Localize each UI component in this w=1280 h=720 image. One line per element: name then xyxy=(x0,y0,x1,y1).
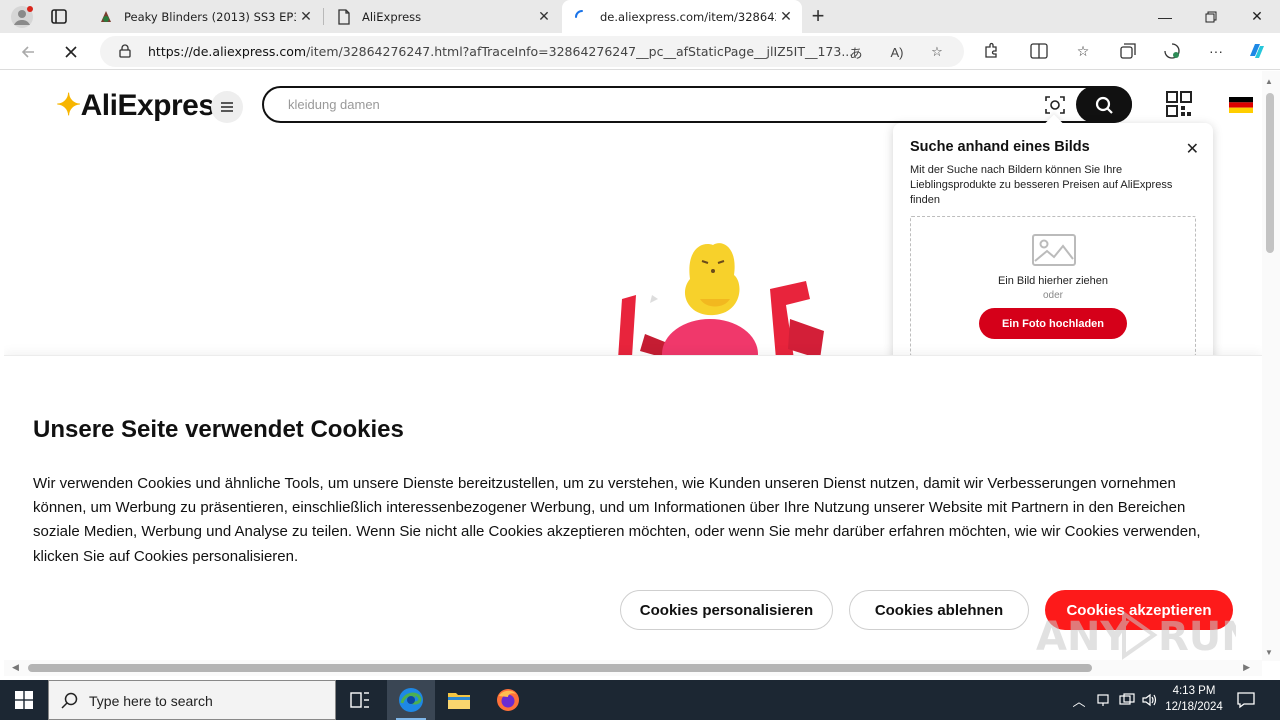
aliexpress-logo[interactable]: ✦AliExpress xyxy=(56,88,231,123)
more-icon[interactable]: ··· xyxy=(1205,40,1227,62)
popover-title: Suche anhand eines Bilds xyxy=(910,139,1090,155)
svg-text:ANY: ANY xyxy=(1036,614,1130,660)
close-icon[interactable]: ✕ xyxy=(296,7,316,27)
drag-text: Ein Bild hierher ziehen xyxy=(997,275,1109,287)
cookies-reject-button[interactable]: Cookies ablehnen xyxy=(849,590,1029,630)
germany-flag-icon[interactable] xyxy=(1229,97,1253,113)
anyrun-watermark: ANY RUN xyxy=(1036,604,1255,664)
minimize-button[interactable]: — xyxy=(1142,0,1188,33)
tab-title: AliExpress xyxy=(362,9,422,24)
close-icon[interactable]: ✕ xyxy=(1186,139,1199,159)
browser-essentials-icon[interactable] xyxy=(1161,40,1183,62)
split-screen-icon[interactable] xyxy=(1028,40,1050,62)
network-device-icon[interactable] xyxy=(1094,680,1112,720)
search-icon xyxy=(61,692,79,710)
vertical-scroll-thumb[interactable] xyxy=(1266,93,1274,253)
tab-aliexpress[interactable]: AliExpress ✕ xyxy=(324,0,560,33)
svg-text:RUN: RUN xyxy=(1158,614,1236,660)
network-icon[interactable] xyxy=(1118,680,1136,720)
error-404-illustration xyxy=(610,239,830,389)
search-input[interactable]: kleidung damen xyxy=(288,97,380,112)
vertical-scrollbar[interactable]: ▲ ▼ xyxy=(1262,71,1280,661)
scroll-up-arrow[interactable]: ▲ xyxy=(1265,77,1273,86)
scroll-left-arrow[interactable]: ◀ xyxy=(12,662,19,673)
close-icon[interactable]: ✕ xyxy=(776,7,796,27)
tab-title: Peaky Blinders (2013) SS3 EP3 xyxy=(124,9,296,24)
windows-start-icon[interactable] xyxy=(0,680,48,720)
address-bar[interactable]: https://de.aliexpress.com/item/328642762… xyxy=(100,36,964,67)
taskbar-search[interactable]: Type here to search xyxy=(48,680,336,720)
peaky-favicon xyxy=(98,9,114,25)
task-view-icon[interactable] xyxy=(336,680,384,720)
reload-stop-icon[interactable] xyxy=(57,38,85,66)
url-text: https://de.aliexpress.com/item/328642762… xyxy=(148,44,853,59)
clock-time: 4:13 PM xyxy=(1172,685,1216,697)
scroll-right-arrow[interactable]: ▶ xyxy=(1243,662,1250,673)
cookie-text: Wir verwenden Cookies und ähnliche Tools… xyxy=(33,475,1201,565)
translate-icon[interactable]: あ xyxy=(846,42,866,62)
restore-button[interactable] xyxy=(1188,0,1234,33)
favorites-icon[interactable]: ☆ xyxy=(1072,40,1094,62)
tab-active-item[interactable]: de.aliexpress.com/item/3286427 ✕ xyxy=(562,0,802,33)
extensions-icon[interactable] xyxy=(980,40,1002,62)
popover-description: Mit der Suche nach Bildern können Sie Ih… xyxy=(910,164,1173,206)
page-content: ✦AliExpress kleidung damen Suche anhand … xyxy=(4,71,1262,661)
back-icon[interactable] xyxy=(14,38,42,66)
browser-tab-bar: Peaky Blinders (2013) SS3 EP3 ✕ AliExpre… xyxy=(0,0,1280,33)
search-bar[interactable]: kleidung damen xyxy=(262,86,1132,123)
read-aloud-icon[interactable]: A) xyxy=(887,42,907,62)
horizontal-scroll-thumb[interactable] xyxy=(28,664,1092,672)
tab-peaky-blinders[interactable]: Peaky Blinders (2013) SS3 EP3 ✕ xyxy=(86,0,322,33)
edge-icon[interactable] xyxy=(387,680,435,720)
image-placeholder-icon xyxy=(1032,234,1076,266)
notifications-icon[interactable] xyxy=(1236,690,1256,710)
tray-chevron-icon[interactable]: ︿ xyxy=(1070,680,1088,720)
lock-icon[interactable] xyxy=(118,44,132,58)
volume-icon[interactable] xyxy=(1141,680,1159,720)
cookies-personalize-button[interactable]: Cookies personalisieren xyxy=(620,590,833,630)
clock-date: 12/18/2024 xyxy=(1165,701,1223,713)
hamburger-icon[interactable] xyxy=(211,91,243,123)
close-icon[interactable]: ✕ xyxy=(534,7,554,27)
firefox-icon[interactable] xyxy=(484,680,532,720)
taskbar-search-placeholder: Type here to search xyxy=(89,693,213,709)
scroll-down-arrow[interactable]: ▼ xyxy=(1265,648,1273,657)
cookie-title: Unsere Seite verwendet Cookies xyxy=(33,416,404,443)
tab-title: de.aliexpress.com/item/3286427 xyxy=(600,9,776,24)
page-favicon xyxy=(336,8,352,25)
favorite-star-icon[interactable]: ☆ xyxy=(927,42,947,62)
logo-text: AliExpress xyxy=(80,89,232,122)
profile-icon[interactable] xyxy=(10,5,34,29)
window-close-button[interactable]: ✕ xyxy=(1234,0,1280,33)
qr-code-icon[interactable] xyxy=(1166,91,1192,117)
camera-search-icon[interactable] xyxy=(1044,94,1066,116)
url-domain: https://de.aliexpress.com xyxy=(148,44,307,59)
windows-taskbar: Type here to search ︿ 4:13 PM 12/18/2024 xyxy=(0,680,1280,720)
system-clock[interactable]: 4:13 PM 12/18/2024 xyxy=(1158,683,1230,715)
browser-toolbar: https://de.aliexpress.com/item/328642762… xyxy=(0,33,1280,70)
url-path: /item/32864276247.html?afTraceInfo=32864… xyxy=(306,44,854,59)
image-search-popover: Suche anhand eines Bilds ✕ Mit der Suche… xyxy=(893,114,1213,373)
tab-actions-icon[interactable] xyxy=(48,7,70,27)
collections-icon[interactable] xyxy=(1117,40,1139,62)
new-tab-icon[interactable]: + xyxy=(806,5,830,29)
loading-spinner-icon xyxy=(574,9,590,25)
search-icon[interactable] xyxy=(1076,86,1132,123)
or-text: oder xyxy=(1042,290,1063,301)
upload-photo-button[interactable]: Ein Foto hochladen xyxy=(979,308,1127,339)
file-explorer-icon[interactable] xyxy=(435,680,483,720)
copilot-icon[interactable] xyxy=(1246,40,1268,62)
image-dropzone[interactable]: Ein Bild hierher ziehen oder Ein Foto ho… xyxy=(910,216,1196,356)
